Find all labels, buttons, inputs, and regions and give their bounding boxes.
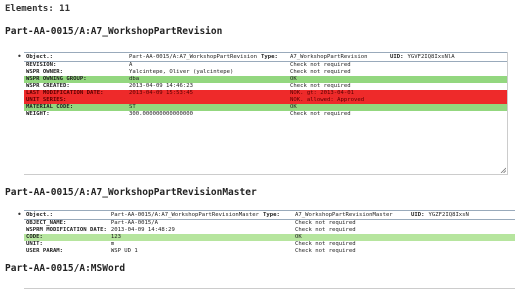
resize-grip-icon[interactable] — [500, 167, 506, 173]
elements-count: Elements: 11 — [5, 4, 70, 14]
section-title: Part-AA-0015/A:A7_WorkshopPartRevision — [5, 26, 222, 37]
section-title: Part-AA-0015/A:A7_WorkshopPartRevisionMa… — [5, 187, 257, 198]
section-title: Part-AA-0015/A:MSWord — [5, 263, 125, 274]
bullet-icon: • — [17, 52, 22, 61]
bullet-icon: • — [17, 210, 22, 219]
table-frame — [24, 210, 515, 289]
table-frame — [24, 52, 508, 175]
